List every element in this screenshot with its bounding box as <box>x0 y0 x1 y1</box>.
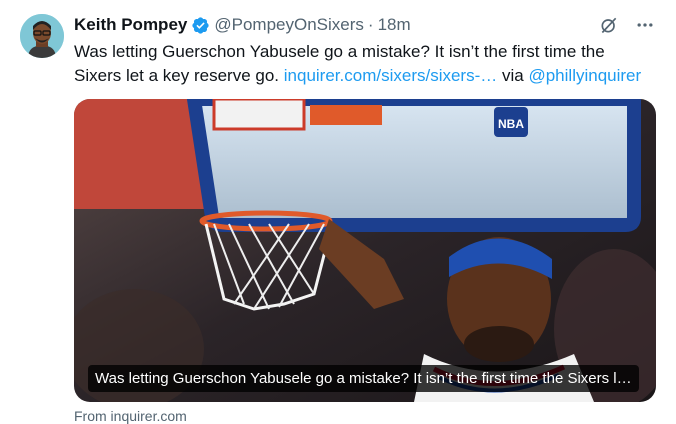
card-source[interactable]: From inquirer.com <box>74 408 187 424</box>
nba-logo: NBA <box>498 117 524 131</box>
mention-link[interactable]: @phillyinquirer <box>528 66 641 85</box>
basketball-dunk-photo: NBA <box>74 99 656 402</box>
link-card-image[interactable]: NBA Was letting Guerschon Yabusele go a … <box>74 99 656 402</box>
avatar[interactable] <box>20 14 64 58</box>
tweet: Keith Pompey @PompeyOnSixers · 18m Was l… <box>0 0 676 424</box>
separator-dot: · <box>367 15 374 34</box>
tweet-actions-top <box>598 14 656 36</box>
card-title-overlay: Was letting Guerschon Yabusele go a mist… <box>88 365 639 392</box>
more-icon[interactable] <box>634 14 656 36</box>
tweet-text: Was letting Guerschon Yabusele go a mist… <box>74 40 654 88</box>
author-handle[interactable]: @PompeyOnSixers <box>214 14 364 36</box>
grok-icon[interactable] <box>598 14 620 36</box>
tweet-header: Keith Pompey @PompeyOnSixers · 18m <box>74 14 411 36</box>
author-name[interactable]: Keith Pompey <box>74 14 187 36</box>
tweet-timestamp[interactable]: 18m <box>378 14 411 36</box>
article-link[interactable]: inquirer.com/sixers/sixers-… <box>284 66 498 85</box>
via-label: via <box>502 66 524 85</box>
avatar-illustration <box>20 14 64 58</box>
verified-badge-icon <box>191 16 210 35</box>
